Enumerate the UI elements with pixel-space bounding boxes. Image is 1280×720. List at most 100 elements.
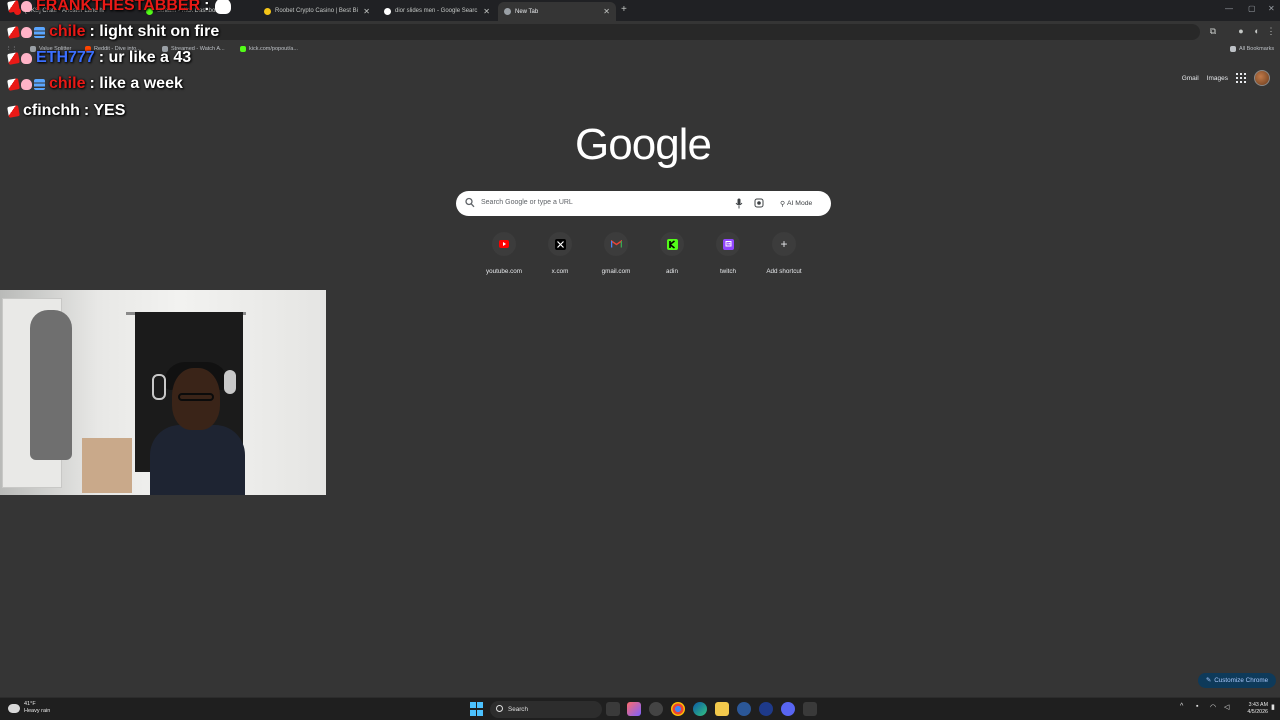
profile-icon[interactable]: ● xyxy=(1236,26,1246,36)
shortcut-x[interactable]: x.com xyxy=(532,232,588,275)
ai-mode-label: AI Mode xyxy=(786,200,813,207)
search-box[interactable]: Search Google or type a URL ⚲ AI Mode xyxy=(456,191,831,216)
address-bar[interactable] xyxy=(70,24,1200,40)
google-apps-icon[interactable] xyxy=(1236,73,1246,83)
google-top-links: Gmail Images xyxy=(1182,70,1270,86)
new-tab-button[interactable]: + xyxy=(621,4,627,15)
shortcut-label: x.com xyxy=(551,268,569,275)
taskbar-search-label: Search xyxy=(508,706,528,713)
chat-username: cfinchh xyxy=(23,102,80,119)
avatar[interactable] xyxy=(1254,70,1270,86)
bookmark-item[interactable]: kick.com/popout/a... xyxy=(240,46,298,52)
chat-username: chile xyxy=(49,75,86,92)
ai-mode-button[interactable]: ⚲ AI Mode xyxy=(776,196,816,211)
weather-temp: 41°F xyxy=(24,701,36,707)
chat-message: chile : light shit on fire xyxy=(7,21,220,43)
chat-text: : like a week xyxy=(89,75,183,92)
chrome-icon[interactable] xyxy=(671,702,685,716)
shortcut-kick[interactable]: adin xyxy=(644,232,700,275)
shortcut-twitch[interactable]: twitch xyxy=(700,232,756,275)
chat-message: cfinchh : YES xyxy=(7,100,126,122)
app-icon[interactable] xyxy=(649,702,663,716)
tab-title: Roobet Crypto Casino | Best Bi xyxy=(275,8,358,14)
task-view-icon[interactable] xyxy=(606,702,620,716)
skull-icon xyxy=(215,0,232,14)
app-icon[interactable] xyxy=(759,702,773,716)
copilot-icon[interactable] xyxy=(627,702,641,716)
close-icon[interactable]: ✕ xyxy=(483,7,490,16)
clock-time: 3:43 AM xyxy=(1248,702,1268,708)
chat-username: ETH777 xyxy=(36,49,95,66)
search-icon xyxy=(496,705,503,712)
app-icon[interactable] xyxy=(737,702,751,716)
all-bookmarks-label: All Bookmarks xyxy=(1239,46,1275,52)
all-bookmarks[interactable]: All Bookmarks xyxy=(1230,46,1274,52)
subscriber-badge-icon xyxy=(34,78,45,90)
weather-widget[interactable]: 41°F Heavy rain xyxy=(8,701,50,715)
shortcut-label: gmail.com xyxy=(601,268,631,275)
chat-text: : light shit on fire xyxy=(89,23,220,40)
youtube-icon xyxy=(492,232,516,256)
minimize-icon[interactable]: — xyxy=(1225,4,1233,13)
twitch-icon xyxy=(716,232,740,256)
close-icon[interactable]: ✕ xyxy=(603,7,610,16)
bookmarks-bar: ⋮⋮ Value Splitter Reddit - Dive into... … xyxy=(0,42,1280,58)
taskbar: 41°F Heavy rain Search ^ ▪ ◠ ◁ 3:43 AM 4… xyxy=(0,697,1280,720)
file-explorer-icon[interactable] xyxy=(715,702,729,716)
gmail-icon xyxy=(604,232,628,256)
edge-icon[interactable] xyxy=(693,702,707,716)
pencil-badge-icon xyxy=(7,104,20,118)
close-window-icon[interactable]: ✕ xyxy=(1268,4,1275,13)
chat-text: : ur like a 43 xyxy=(98,49,192,66)
shortcut-label: Add shortcut xyxy=(766,268,802,275)
start-button[interactable] xyxy=(470,702,484,716)
tab-3[interactable]: Roobet Crypto Casino | Best Bi ✕ xyxy=(258,3,376,19)
notification-icon[interactable]: ▮ xyxy=(1271,703,1275,711)
tab-favicon xyxy=(264,7,271,15)
tab-4[interactable]: dior slides men - Google Searc ✕ xyxy=(378,3,496,19)
shortcut-tiles: youtube.com x.com gmail.com adin twitch xyxy=(476,232,812,275)
pencil-icon: ✎ xyxy=(1205,677,1212,684)
chat-message: FRANKTHESTABBER : xyxy=(7,0,233,17)
shortcut-label: twitch xyxy=(719,268,737,275)
extension-icon[interactable]: ◐ xyxy=(1252,26,1262,36)
screen: [UKS] Crate - Anoster Land hi Stream - K… xyxy=(0,0,1280,720)
clock-date: 4/5/2026 xyxy=(1247,709,1268,715)
pencil-badge-icon xyxy=(7,51,20,65)
extensions-icon[interactable]: ⧉ xyxy=(1208,26,1218,36)
customize-label: Customize Chrome xyxy=(1214,677,1269,684)
chat-colon: : xyxy=(204,0,210,14)
chevron-up-icon[interactable]: ^ xyxy=(1180,703,1183,710)
terminal-icon[interactable] xyxy=(803,702,817,716)
tab-new-tab[interactable]: New Tab ✕ xyxy=(498,2,616,21)
heart-badge-icon xyxy=(21,78,32,90)
close-icon[interactable]: ✕ xyxy=(363,7,370,16)
shortcut-gmail[interactable]: gmail.com xyxy=(588,232,644,275)
maximize-icon[interactable]: ▢ xyxy=(1248,4,1256,13)
network-icon[interactable]: ◠ xyxy=(1210,703,1216,711)
microphone-icon[interactable] xyxy=(735,198,743,209)
tab-title: New Tab xyxy=(515,8,539,15)
chat-text: : YES xyxy=(83,102,126,119)
google-lens-icon[interactable] xyxy=(754,198,764,208)
heart-badge-icon xyxy=(21,0,32,12)
menu-icon[interactable]: ⋮ xyxy=(1266,26,1276,36)
app-tray-icon[interactable]: ▪ xyxy=(1196,703,1198,710)
customize-chrome-button[interactable]: ✎ Customize Chrome xyxy=(1198,673,1276,688)
shortcut-youtube[interactable]: youtube.com xyxy=(476,232,532,275)
shortcut-add[interactable]: + Add shortcut xyxy=(756,232,812,275)
images-link[interactable]: Images xyxy=(1207,75,1228,82)
weather-desc: Heavy rain xyxy=(24,708,51,714)
tab-favicon xyxy=(384,7,391,15)
search-placeholder: Search Google or type a URL xyxy=(481,199,573,206)
plus-icon: + xyxy=(772,232,796,256)
taskbar-search[interactable]: Search xyxy=(490,701,602,718)
discord-icon[interactable] xyxy=(781,702,795,716)
search-icon xyxy=(465,197,475,208)
webcam-feed xyxy=(0,290,326,495)
kick-icon xyxy=(660,232,684,256)
gmail-link[interactable]: Gmail xyxy=(1182,75,1199,82)
shortcut-label: youtube.com xyxy=(485,268,523,275)
clock[interactable]: 3:43 AM 4/5/2026 xyxy=(1240,702,1268,716)
volume-icon[interactable]: ◁ xyxy=(1224,703,1229,711)
